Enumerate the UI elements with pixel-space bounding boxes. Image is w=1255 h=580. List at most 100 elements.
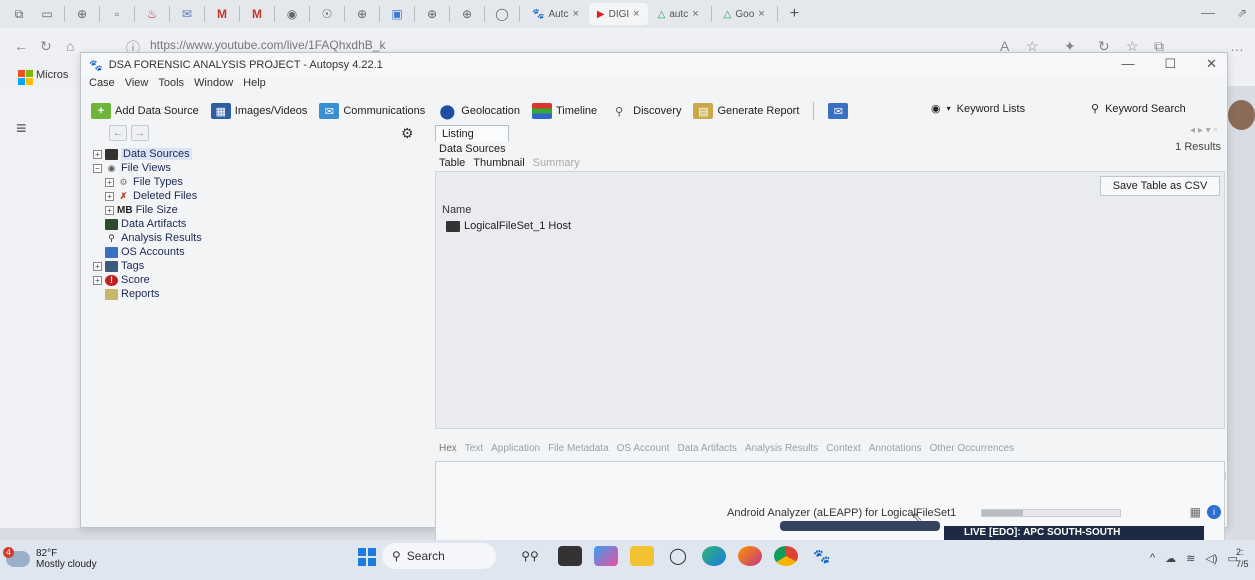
tab-hex[interactable]: Hex [439, 443, 457, 454]
discovery-button[interactable]: ⚲ Discovery [605, 100, 685, 122]
gear-icon[interactable]: ⚙ [401, 125, 414, 142]
share-icon[interactable]: ⇗ [1237, 6, 1247, 20]
forward-arrow-icon[interactable]: → [131, 125, 149, 141]
menu-help[interactable]: Help [243, 77, 266, 95]
globe-icon[interactable]: ⊕ [349, 4, 375, 24]
tab-file-metadata[interactable]: File Metadata [548, 443, 609, 454]
expand-icon[interactable]: + [105, 205, 114, 215]
column-header-name[interactable]: Name [442, 204, 471, 216]
menu-window[interactable]: Window [194, 77, 233, 95]
firefox-icon[interactable] [738, 546, 762, 566]
browser-tab[interactable]: △ autc × [650, 3, 707, 25]
tab-listing[interactable]: Listing [435, 125, 509, 142]
onedrive-icon[interactable]: ☁ [1165, 552, 1176, 565]
github-icon[interactable]: ◯ [489, 4, 515, 24]
back-arrow-icon[interactable]: ← [109, 125, 127, 141]
add-data-source-button[interactable]: + Add Data Source [87, 100, 203, 122]
tab-os-account[interactable]: OS Account [617, 443, 670, 454]
more-icon[interactable]: … [1230, 38, 1244, 54]
wifi-icon[interactable]: ≋ [1186, 552, 1195, 565]
tree-item-data-artifacts[interactable]: Data Artifacts [93, 217, 413, 231]
info-icon[interactable]: i [1207, 505, 1221, 519]
tree-item-os-accounts[interactable]: OS Accounts [93, 245, 413, 259]
tab-data-artifacts[interactable]: Data Artifacts [677, 443, 736, 454]
globe-icon[interactable]: ⊕ [419, 4, 445, 24]
minimize-icon[interactable]: — [1201, 4, 1215, 20]
favorite-link[interactable]: Micros [36, 69, 68, 81]
tab-other-occurrences[interactable]: Other Occurrences [930, 443, 1014, 454]
tab-application[interactable]: Application [491, 443, 540, 454]
gmail-icon[interactable]: M [244, 4, 270, 24]
expand-icon[interactable]: + [105, 177, 114, 187]
collapse-icon[interactable]: − [93, 163, 102, 173]
tree-item-file-size[interactable]: + MB File Size [93, 203, 413, 217]
geolocation-button[interactable]: ⬤ Geolocation [433, 100, 524, 122]
tab-annotations[interactable]: Annotations [869, 443, 922, 454]
globe-icon[interactable]: ⊕ [69, 4, 95, 24]
generate-report-button[interactable]: ▤ Generate Report [689, 100, 803, 122]
file-explorer-icon[interactable] [630, 546, 654, 566]
save-table-csv-button[interactable]: Save Table as CSV [1100, 176, 1220, 196]
tab-context[interactable]: Context [826, 443, 860, 454]
menu-tools[interactable]: Tools [158, 77, 184, 95]
communications-button[interactable]: ✉ Communications [315, 100, 429, 122]
avatar[interactable] [1228, 100, 1255, 130]
tab-actions-icon[interactable]: ▭ [34, 4, 60, 24]
gmail-icon[interactable]: M [209, 4, 235, 24]
url-field[interactable]: https://www.youtube.com/live/1FAQhxdhB_k [150, 38, 385, 52]
maximize-icon[interactable]: ☐ [1164, 56, 1176, 72]
globe-icon[interactable]: ⊕ [454, 4, 480, 24]
tab-thumbnail[interactable]: Thumbnail [473, 157, 524, 169]
minimize-icon[interactable]: — [1121, 56, 1134, 72]
browser-tab-active[interactable]: ▶ DIGI × [588, 3, 648, 25]
browser-tab[interactable]: 🐾 Autc × [524, 3, 587, 25]
chrome-icon[interactable] [774, 546, 798, 566]
mail-icon[interactable]: ✉ [174, 4, 200, 24]
tree-item-tags[interactable]: + Tags [93, 259, 413, 273]
tree-item-file-views[interactable]: − ◉ File Views [93, 161, 413, 175]
chevron-up-icon[interactable]: ^ [1150, 552, 1155, 565]
keyword-lists-button[interactable]: ◉ ▾ Keyword Lists [931, 102, 1025, 116]
record-icon[interactable]: ◉ [279, 4, 305, 24]
tab-analysis-results[interactable]: Analysis Results [745, 443, 818, 454]
home-icon[interactable]: ⌂ [66, 38, 74, 54]
expand-icon[interactable]: + [105, 191, 114, 201]
notifications-icon[interactable]: ▦ [1190, 505, 1201, 519]
tab-text[interactable]: Text [465, 443, 483, 454]
hamburger-menu-icon[interactable]: ≡ [16, 118, 27, 139]
whatsapp-icon[interactable]: ◯ [666, 546, 690, 566]
table-row[interactable]: LogicalFileSet_1 Host [446, 220, 571, 232]
tree-item-score[interactable]: + ! Score [93, 273, 413, 287]
tab-favicon-icon[interactable]: ♨ [139, 4, 165, 24]
refresh-icon[interactable]: ↻ [40, 38, 52, 55]
edge-icon[interactable] [702, 546, 726, 566]
close-icon[interactable]: × [758, 8, 764, 20]
tab-favicon-icon[interactable]: ☉ [314, 4, 340, 24]
tab-summary[interactable]: Summary [533, 157, 580, 169]
volume-icon[interactable]: ◁) [1205, 552, 1217, 565]
tree-item-reports[interactable]: Reports [93, 287, 413, 301]
weather-widget[interactable]: 4 82°F Mostly cloudy [3, 547, 97, 570]
bike-app-icon[interactable]: ⚲⚲ [514, 546, 546, 566]
timeline-button[interactable]: Timeline [528, 100, 601, 122]
images-videos-button[interactable]: ▦ Images/Videos [207, 100, 312, 122]
workspaces-icon[interactable]: ⧉ [6, 4, 32, 24]
ingest-progress-bar[interactable] [981, 509, 1121, 517]
email-button[interactable]: ✉ [824, 100, 852, 122]
browser-tab[interactable]: △ Goo × [716, 3, 773, 25]
expand-icon[interactable]: + [93, 261, 102, 271]
tree-item-analysis-results[interactable]: ⚲ Analysis Results [93, 231, 413, 245]
close-icon[interactable]: × [572, 8, 578, 20]
expand-icon[interactable]: + [93, 149, 102, 159]
expand-icon[interactable]: + [93, 275, 102, 285]
close-icon[interactable]: × [633, 8, 639, 20]
keyword-search-button[interactable]: ⚲ Keyword Search [1091, 102, 1186, 116]
close-icon[interactable]: ✕ [1206, 56, 1217, 72]
tab-favicon-icon[interactable]: ▫ [104, 4, 130, 24]
copilot-icon[interactable] [594, 546, 618, 566]
new-tab-button[interactable]: + [790, 5, 799, 23]
close-icon[interactable]: × [692, 8, 698, 20]
menu-case[interactable]: Case [89, 77, 115, 95]
tree-item-file-types[interactable]: + ⚙ File Types [93, 175, 413, 189]
tab-table[interactable]: Table [439, 157, 465, 169]
